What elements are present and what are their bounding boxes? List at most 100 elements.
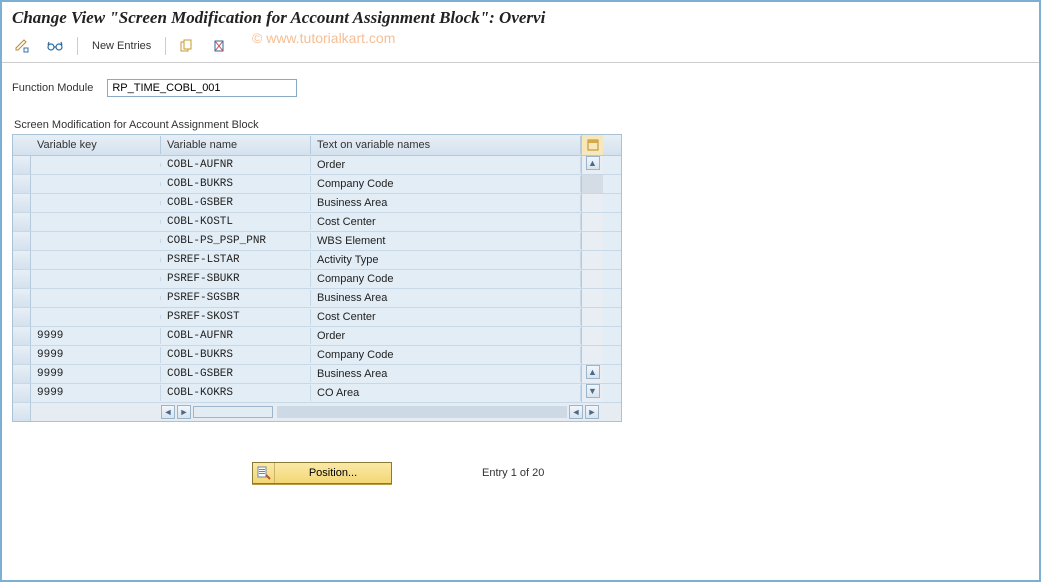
- row-selector[interactable]: [13, 156, 31, 174]
- copy-icon: [180, 39, 194, 53]
- table-row[interactable]: COBL-GSBERBusiness Area: [13, 194, 621, 213]
- row-selector[interactable]: [13, 365, 31, 383]
- scroll-track[interactable]: [277, 406, 567, 418]
- vertical-scroll-track[interactable]: [581, 194, 603, 212]
- details-button[interactable]: [40, 36, 70, 56]
- cell-variable-name[interactable]: PSREF-LSTAR: [161, 252, 311, 268]
- cell-variable-key[interactable]: [31, 296, 161, 300]
- row-selector[interactable]: [13, 232, 31, 250]
- cell-text[interactable]: Cost Center: [311, 309, 581, 325]
- cell-text[interactable]: Company Code: [311, 176, 581, 192]
- row-selector[interactable]: [13, 213, 31, 231]
- cell-variable-name[interactable]: COBL-KOSTL: [161, 214, 311, 230]
- cell-text[interactable]: CO Area: [311, 385, 581, 401]
- cell-variable-key[interactable]: [31, 182, 161, 186]
- new-entries-button[interactable]: New Entries: [85, 36, 158, 56]
- cell-variable-key[interactable]: [31, 239, 161, 243]
- row-selector[interactable]: [13, 270, 31, 288]
- cell-text[interactable]: Cost Center: [311, 214, 581, 230]
- scroll-down-button[interactable]: ▼: [581, 384, 603, 402]
- vertical-scroll-track[interactable]: [581, 213, 603, 231]
- scroll-thumb[interactable]: [193, 406, 273, 418]
- vertical-scroll-track[interactable]: [581, 327, 603, 345]
- col-variable-key[interactable]: Variable key: [31, 136, 161, 154]
- cell-variable-name[interactable]: PSREF-SGSBR: [161, 290, 311, 306]
- table-row[interactable]: PSREF-SBUKRCompany Code: [13, 270, 621, 289]
- cell-variable-key[interactable]: 9999: [31, 347, 161, 363]
- position-button[interactable]: Position...: [252, 462, 392, 484]
- table-settings-button[interactable]: [581, 135, 603, 155]
- cell-variable-key[interactable]: [31, 201, 161, 205]
- table-row[interactable]: 9999COBL-KOKRSCO Area▼: [13, 384, 621, 403]
- horizontal-scrollbar[interactable]: ◄ ► ◄ ►: [13, 403, 621, 421]
- col-variable-name[interactable]: Variable name: [161, 136, 311, 154]
- row-selector[interactable]: [13, 251, 31, 269]
- scroll-right-step-button[interactable]: ►: [177, 405, 191, 419]
- vertical-scroll-track[interactable]: [581, 232, 603, 250]
- cell-variable-key[interactable]: 9999: [31, 385, 161, 401]
- vertical-scroll-track[interactable]: [581, 251, 603, 269]
- vertical-scroll-track[interactable]: [581, 289, 603, 307]
- row-selector[interactable]: [13, 384, 31, 402]
- table-row[interactable]: COBL-BUKRSCompany Code: [13, 175, 621, 194]
- cell-variable-key[interactable]: [31, 277, 161, 281]
- col-text[interactable]: Text on variable names: [311, 136, 581, 154]
- vertical-scroll-track[interactable]: [581, 270, 603, 288]
- cell-text[interactable]: Business Area: [311, 290, 581, 306]
- cell-text[interactable]: Company Code: [311, 271, 581, 287]
- separator: [77, 37, 78, 55]
- row-selector[interactable]: [13, 346, 31, 364]
- cell-variable-name[interactable]: COBL-GSBER: [161, 195, 311, 211]
- table-row[interactable]: COBL-PS_PSP_PNRWBS Element: [13, 232, 621, 251]
- table-row[interactable]: COBL-KOSTLCost Center: [13, 213, 621, 232]
- cell-text[interactable]: Business Area: [311, 366, 581, 382]
- cell-variable-key[interactable]: [31, 220, 161, 224]
- cell-variable-name[interactable]: PSREF-SBUKR: [161, 271, 311, 287]
- cell-variable-key[interactable]: 9999: [31, 366, 161, 382]
- scroll-up-button[interactable]: ▲: [581, 156, 603, 174]
- cell-variable-name[interactable]: COBL-BUKRS: [161, 176, 311, 192]
- toggle-display-change-button[interactable]: [8, 36, 36, 56]
- cell-variable-key[interactable]: 9999: [31, 328, 161, 344]
- row-selector[interactable]: [13, 175, 31, 193]
- cell-variable-name[interactable]: PSREF-SKOST: [161, 309, 311, 325]
- table-row[interactable]: PSREF-SKOSTCost Center: [13, 308, 621, 327]
- table-row[interactable]: PSREF-SGSBRBusiness Area: [13, 289, 621, 308]
- row-selector[interactable]: [13, 327, 31, 345]
- cell-text[interactable]: Company Code: [311, 347, 581, 363]
- vertical-scroll-track[interactable]: [581, 346, 603, 364]
- scroll-right-button[interactable]: ►: [585, 405, 599, 419]
- cell-variable-key[interactable]: [31, 258, 161, 262]
- table-row[interactable]: COBL-AUFNROrder▲: [13, 156, 621, 175]
- scroll-left-step-button[interactable]: ◄: [569, 405, 583, 419]
- cell-variable-key[interactable]: [31, 163, 161, 167]
- cell-variable-name[interactable]: COBL-AUFNR: [161, 328, 311, 344]
- function-module-input[interactable]: [107, 79, 297, 97]
- vertical-scroll-track[interactable]: [581, 308, 603, 326]
- scroll-left-button[interactable]: ◄: [161, 405, 175, 419]
- row-selector[interactable]: [13, 289, 31, 307]
- cell-text[interactable]: Order: [311, 157, 581, 173]
- cell-text[interactable]: Activity Type: [311, 252, 581, 268]
- table-row[interactable]: PSREF-LSTARActivity Type: [13, 251, 621, 270]
- table-row[interactable]: 9999COBL-AUFNROrder: [13, 327, 621, 346]
- cell-variable-name[interactable]: COBL-PS_PSP_PNR: [161, 233, 311, 249]
- copy-as-button[interactable]: [173, 36, 201, 56]
- delete-button[interactable]: [205, 36, 233, 56]
- cell-variable-key[interactable]: [31, 315, 161, 319]
- row-selector[interactable]: [13, 308, 31, 326]
- vertical-scroll-thumb[interactable]: [581, 175, 603, 193]
- cell-variable-name[interactable]: COBL-BUKRS: [161, 347, 311, 363]
- table: Variable key Variable name Text on varia…: [12, 134, 622, 422]
- cell-variable-name[interactable]: COBL-AUFNR: [161, 157, 311, 173]
- cell-text[interactable]: Business Area: [311, 195, 581, 211]
- table-row[interactable]: 9999COBL-GSBERBusiness Area▲: [13, 365, 621, 384]
- cell-text[interactable]: WBS Element: [311, 233, 581, 249]
- cell-variable-name[interactable]: COBL-GSBER: [161, 366, 311, 382]
- cell-text[interactable]: Order: [311, 328, 581, 344]
- pencil-ruler-icon: [15, 39, 29, 53]
- row-selector[interactable]: [13, 194, 31, 212]
- scroll-up-step-button[interactable]: ▲: [581, 365, 603, 383]
- table-row[interactable]: 9999COBL-BUKRSCompany Code: [13, 346, 621, 365]
- cell-variable-name[interactable]: COBL-KOKRS: [161, 385, 311, 401]
